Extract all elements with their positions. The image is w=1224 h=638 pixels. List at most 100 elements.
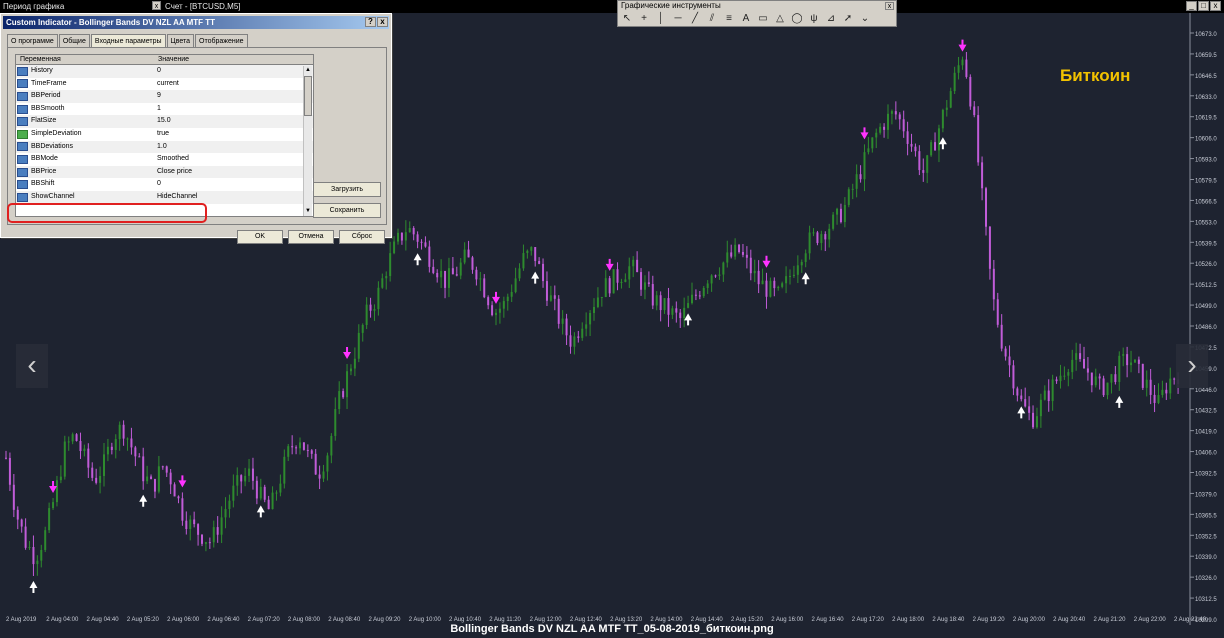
previous-image-button[interactable]: ‹ (16, 344, 48, 388)
candle-body (161, 466, 164, 468)
parameter-row[interactable]: BBShift 0 (16, 178, 313, 191)
parameter-name-cell: BBMode (16, 153, 154, 166)
sell-arrow-icon (762, 255, 771, 268)
tab-4[interactable]: Отображение (195, 34, 248, 47)
parameter-row[interactable]: BBSmooth 1 (16, 103, 313, 116)
dialog-tabs: О программе Общие Входные параметры Цвета От… (7, 34, 249, 48)
parameter-row[interactable]: TimeFrame current (16, 78, 313, 91)
candle-body (977, 115, 980, 163)
candle-body (385, 276, 388, 279)
candle-body (1137, 359, 1140, 364)
window-close-icon[interactable]: x (1210, 1, 1221, 11)
parameter-value[interactable]: Smoothed (154, 153, 304, 166)
period-panel-close-icon[interactable]: x (152, 1, 161, 10)
tab-0[interactable]: О программе (7, 34, 58, 47)
save-button[interactable]: Сохранить (313, 203, 381, 218)
cursor-icon[interactable]: ↖ (620, 12, 634, 26)
candle-body (157, 466, 160, 492)
parameter-row[interactable]: ShowChannel HideChannel (16, 190, 313, 204)
parameter-value[interactable]: 0 (154, 65, 304, 78)
parameter-name: BBPrice (31, 167, 57, 175)
gann-icon[interactable]: ⊿ (824, 12, 838, 26)
candle-body (193, 519, 196, 525)
pitchfork-icon[interactable]: ψ (807, 12, 821, 26)
dialog-titlebar[interactable]: Custom Indicator - Bollinger Bands DV NZ… (3, 16, 389, 29)
parameter-row[interactable]: SimpleDeviation true (16, 128, 313, 141)
triangle-icon[interactable]: △ (773, 12, 787, 26)
parameter-row[interactable]: BBMode Smoothed (16, 153, 313, 166)
buy-arrow-icon (1017, 406, 1026, 419)
parameter-row[interactable]: History 0 (16, 65, 313, 78)
candle-body (181, 498, 184, 521)
candle-body (208, 542, 211, 544)
maximize-icon[interactable]: □ (1198, 1, 1209, 11)
parameter-value[interactable]: 15.0 (154, 115, 304, 128)
candle-body (691, 294, 693, 304)
candle-body (126, 438, 129, 440)
parameter-row[interactable]: BBPeriod 9 (16, 90, 313, 103)
arrow-icon[interactable]: ➚ (841, 12, 855, 26)
candle-body (918, 151, 921, 171)
scroll-down-icon[interactable]: ▼ (304, 207, 312, 215)
crosshair-icon[interactable]: + (637, 12, 651, 26)
tab-1[interactable]: Общие (58, 34, 90, 47)
parameter-value[interactable]: 9 (154, 90, 304, 103)
candle-body (393, 241, 396, 254)
grid-scrollbar[interactable]: ▲ ▼ (303, 66, 312, 216)
tab-2[interactable]: Входные параметры (90, 34, 166, 48)
channel-icon[interactable]: ⫽ (705, 12, 719, 26)
ok-button[interactable]: OK (237, 230, 283, 244)
graphical-tools-toolbar: Графические инструменты x ↖ + │ ─ ╱ ⫽ ≡ A ▭ △ ◯ ψ ⊿ ➚… (617, 0, 897, 27)
parameter-row[interactable]: BBDeviations 1.0 (16, 140, 313, 154)
column-value[interactable]: Значение (154, 55, 304, 64)
price-tick-label: 10553.0 (1195, 220, 1217, 226)
cancel-button[interactable]: Отмена (288, 230, 334, 244)
candle-body (745, 254, 748, 258)
parameter-value[interactable]: 1.0 (154, 141, 304, 154)
candle-body (1035, 416, 1038, 428)
parameter-value[interactable]: HideChannel (154, 191, 304, 204)
candle-body (702, 287, 705, 297)
vertical-line-icon[interactable]: │ (654, 12, 668, 26)
parameter-value[interactable]: 1 (154, 103, 304, 116)
price-tick-label: 10392.5 (1195, 472, 1217, 478)
parameter-value[interactable]: 0 (154, 178, 304, 191)
text-icon[interactable]: A (739, 12, 753, 26)
load-button[interactable]: Загрузить (313, 182, 381, 197)
candle-body (585, 324, 588, 329)
candle-body (573, 336, 576, 347)
more-icon[interactable]: ⌄ (858, 12, 872, 26)
parameter-name: SimpleDeviation (31, 129, 82, 137)
trendline-icon[interactable]: ╱ (688, 12, 702, 26)
horizontal-line-icon[interactable]: ─ (671, 12, 685, 26)
sell-arrow-icon (178, 475, 187, 488)
candle-body (338, 391, 341, 410)
candle-body (581, 328, 584, 338)
numeric-type-icon (17, 91, 28, 101)
ellipse-icon[interactable]: ◯ (790, 12, 804, 26)
next-image-button[interactable]: › (1176, 344, 1208, 388)
parameter-row[interactable]: BBPrice Close price (16, 165, 313, 179)
fibo-icon[interactable]: ≡ (722, 12, 736, 26)
candle-body (549, 295, 552, 301)
candle-body (812, 232, 815, 234)
dialog-close-icon[interactable]: x (377, 17, 388, 27)
parameter-value[interactable]: Close price (154, 166, 304, 179)
parameter-value[interactable]: current (154, 78, 304, 91)
help-icon[interactable]: ? (365, 17, 376, 27)
candle-body (632, 259, 635, 267)
parameter-row[interactable]: FlatSize 15.0 (16, 115, 313, 128)
scroll-thumb[interactable] (304, 76, 312, 116)
candle-body (204, 542, 207, 544)
column-variable[interactable]: Переменная (16, 55, 154, 64)
tab-3[interactable]: Цвета (166, 34, 195, 47)
candle-body (436, 272, 439, 278)
rectangle-icon[interactable]: ▭ (756, 12, 770, 26)
minimize-icon[interactable]: _ (1186, 1, 1197, 11)
candle-body (201, 534, 203, 544)
reset-button[interactable]: Сброс (339, 230, 385, 244)
parameter-value[interactable]: true (154, 128, 304, 141)
candle-body (138, 456, 141, 458)
toolbar-close-icon[interactable]: x (885, 2, 894, 10)
scroll-up-icon[interactable]: ▲ (304, 66, 312, 74)
